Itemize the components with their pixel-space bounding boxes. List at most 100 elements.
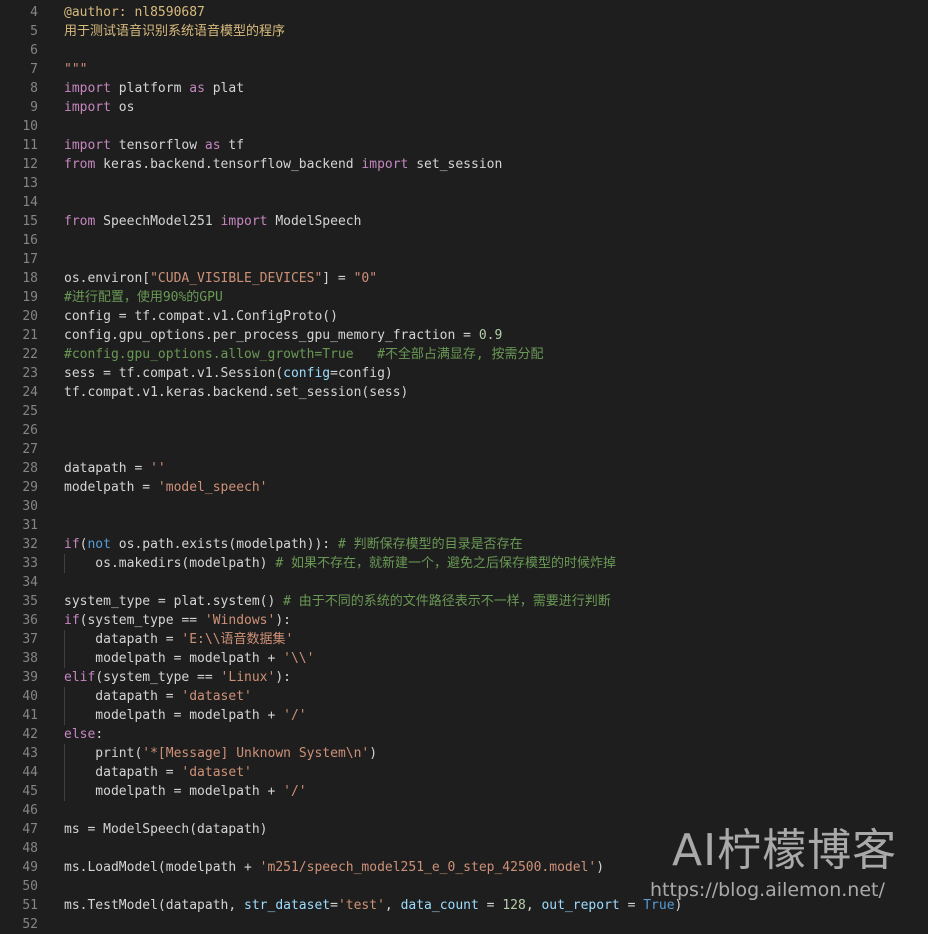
code-line[interactable]: 39 elif(system_type == 'Linux'): xyxy=(0,668,928,687)
code-line[interactable]: 33 os.makedirs(modelpath) # 如果不存在，就新建一个，… xyxy=(0,554,928,573)
code-line[interactable]: 15 from SpeechModel251 import ModelSpeech xyxy=(0,212,928,231)
code-line[interactable]: 24 tf.compat.v1.keras.backend.set_session… xyxy=(0,383,928,402)
code-text: datapath = 'E:\\语音数据集' xyxy=(64,630,293,649)
code-token: ms.LoadModel(modelpath + xyxy=(64,860,260,875)
line-number: 17 xyxy=(22,252,38,267)
code-token: 'test' xyxy=(337,898,385,913)
code-line[interactable]: 27 xyxy=(0,440,928,459)
code-line[interactable]: 12 from keras.backend.tensorflow_backend … xyxy=(0,155,928,174)
code-line[interactable]: 46 xyxy=(0,801,928,820)
code-line[interactable]: 10 xyxy=(0,117,928,136)
line-number: 28 xyxy=(22,461,38,476)
code-text: import tensorflow as tf xyxy=(64,136,244,155)
code-line[interactable]: 20 config = tf.compat.v1.ConfigProto() xyxy=(0,307,928,326)
code-token: import xyxy=(361,157,409,172)
code-line[interactable]: 43 print('*[Message] Unknown System\n') xyxy=(0,744,928,763)
code-line[interactable]: 9 import os xyxy=(0,98,928,117)
code-token: config = tf.compat.v1.ConfigProto() xyxy=(64,309,338,324)
code-line[interactable]: 18 os.environ["CUDA_VISIBLE_DEVICES"] = "… xyxy=(0,269,928,288)
line-number: 48 xyxy=(22,841,38,856)
code-text: os.makedirs(modelpath) # 如果不存在，就新建一个，避免之… xyxy=(64,554,616,573)
code-text: os.environ["CUDA_VISIBLE_DEVICES"] = "0" xyxy=(64,269,377,288)
line-number: 19 xyxy=(22,290,38,305)
line-number: 21 xyxy=(22,328,38,343)
code-line[interactable]: 35 system_type = plat.system() # 由于不同的系统的… xyxy=(0,592,928,611)
line-number: 31 xyxy=(22,518,38,533)
code-text: modelpath = modelpath + '/' xyxy=(64,782,306,801)
code-line[interactable]: 16 xyxy=(0,231,928,250)
line-number: 9 xyxy=(30,100,38,115)
code-line[interactable]: 14 xyxy=(0,193,928,212)
code-line[interactable]: 19 #进行配置，使用90%的GPU xyxy=(0,288,928,307)
code-line[interactable]: 6 xyxy=(0,41,928,60)
code-token: ) xyxy=(369,746,378,761)
code-token: 'E:\\语音数据集' xyxy=(181,632,294,647)
code-text: modelpath = modelpath + '\\' xyxy=(64,649,314,668)
code-text: import platform as plat xyxy=(64,79,244,98)
code-line[interactable]: 44 datapath = 'dataset' xyxy=(0,763,928,782)
code-token: , xyxy=(525,898,542,913)
code-token: tf xyxy=(220,138,245,153)
code-token: import xyxy=(220,214,268,229)
code-text: import os xyxy=(64,98,134,117)
line-number: 25 xyxy=(22,404,38,419)
code-token: str_dataset xyxy=(244,898,331,913)
code-text: modelpath = modelpath + '/' xyxy=(64,706,306,725)
code-line[interactable]: 29 modelpath = 'model_speech' xyxy=(0,478,928,497)
code-line[interactable]: 42 else: xyxy=(0,725,928,744)
code-token: = xyxy=(330,898,338,913)
code-line[interactable]: 45 modelpath = modelpath + '/' xyxy=(0,782,928,801)
watermark: AI柠檬博客 https://blog.ailemon.net/ xyxy=(650,826,920,902)
code-token: ): xyxy=(275,613,291,628)
code-token: ): xyxy=(275,670,291,685)
code-line[interactable]: 37 datapath = 'E:\\语音数据集' xyxy=(0,630,928,649)
code-line[interactable]: 17 xyxy=(0,250,928,269)
code-line[interactable]: 21 config.gpu_options.per_process_gpu_mem… xyxy=(0,326,928,345)
code-token: print( xyxy=(64,746,143,761)
line-number: 35 xyxy=(22,594,38,609)
code-token: datapath = xyxy=(64,689,182,704)
code-line[interactable]: 28 datapath = '' xyxy=(0,459,928,478)
line-number: 38 xyxy=(22,651,38,666)
code-line[interactable]: 8 import platform as plat xyxy=(0,79,928,98)
code-token: import xyxy=(64,138,111,153)
code-token: tf.compat.v1.keras.backend.set_session(s… xyxy=(64,385,409,400)
line-number: 10 xyxy=(22,119,38,134)
code-token: (system_type == xyxy=(79,613,205,628)
line-number: 33 xyxy=(22,556,38,571)
code-text: """ xyxy=(64,60,87,79)
code-token: ms.TestModel(datapath, xyxy=(64,898,245,913)
code-text: config.gpu_options.per_process_gpu_memor… xyxy=(64,326,502,345)
code-line[interactable]: 4 @author: nl8590687 xyxy=(0,3,928,22)
code-line[interactable]: 26 xyxy=(0,421,928,440)
code-text: from keras.backend.tensorflow_backend im… xyxy=(64,155,502,174)
code-line[interactable]: 38 modelpath = modelpath + '\\' xyxy=(0,649,928,668)
code-line[interactable]: 36 if(system_type == 'Windows'): xyxy=(0,611,928,630)
code-token: config xyxy=(283,366,331,381)
code-editor[interactable]: 4 @author: nl8590687 5 用于测试语音识别系统语音模型的程序 6 7 "… xyxy=(0,3,928,934)
line-number: 42 xyxy=(22,727,38,742)
code-line[interactable]: 22 #config.gpu_options.allow_growth=True … xyxy=(0,345,928,364)
code-line[interactable]: 5 用于测试语音识别系统语音模型的程序 xyxy=(0,22,928,41)
code-token: os.makedirs(modelpath) xyxy=(64,556,276,571)
code-line[interactable]: 13 xyxy=(0,174,928,193)
code-line[interactable]: 40 datapath = 'dataset' xyxy=(0,687,928,706)
code-line[interactable]: 23 sess = tf.compat.v1.Session(config=con… xyxy=(0,364,928,383)
code-token: 'Windows' xyxy=(204,613,276,628)
line-number: 34 xyxy=(22,575,38,590)
code-token: 0.9 xyxy=(478,328,503,343)
code-line[interactable]: 31 xyxy=(0,516,928,535)
code-line[interactable]: 52 xyxy=(0,915,928,934)
line-number: 8 xyxy=(30,81,38,96)
code-token: not xyxy=(87,537,111,552)
code-line[interactable]: 30 xyxy=(0,497,928,516)
code-token: tensorflow xyxy=(110,138,205,153)
code-line[interactable]: 41 modelpath = modelpath + '/' xyxy=(0,706,928,725)
code-line[interactable]: 11 import tensorflow as tf xyxy=(0,136,928,155)
code-line[interactable]: 25 xyxy=(0,402,928,421)
code-line[interactable]: 7 """ xyxy=(0,60,928,79)
code-line[interactable]: 32 if(not os.path.exists(modelpath)): # 判… xyxy=(0,535,928,554)
line-number: 37 xyxy=(22,632,38,647)
code-token: = xyxy=(619,898,644,913)
code-line[interactable]: 34 xyxy=(0,573,928,592)
